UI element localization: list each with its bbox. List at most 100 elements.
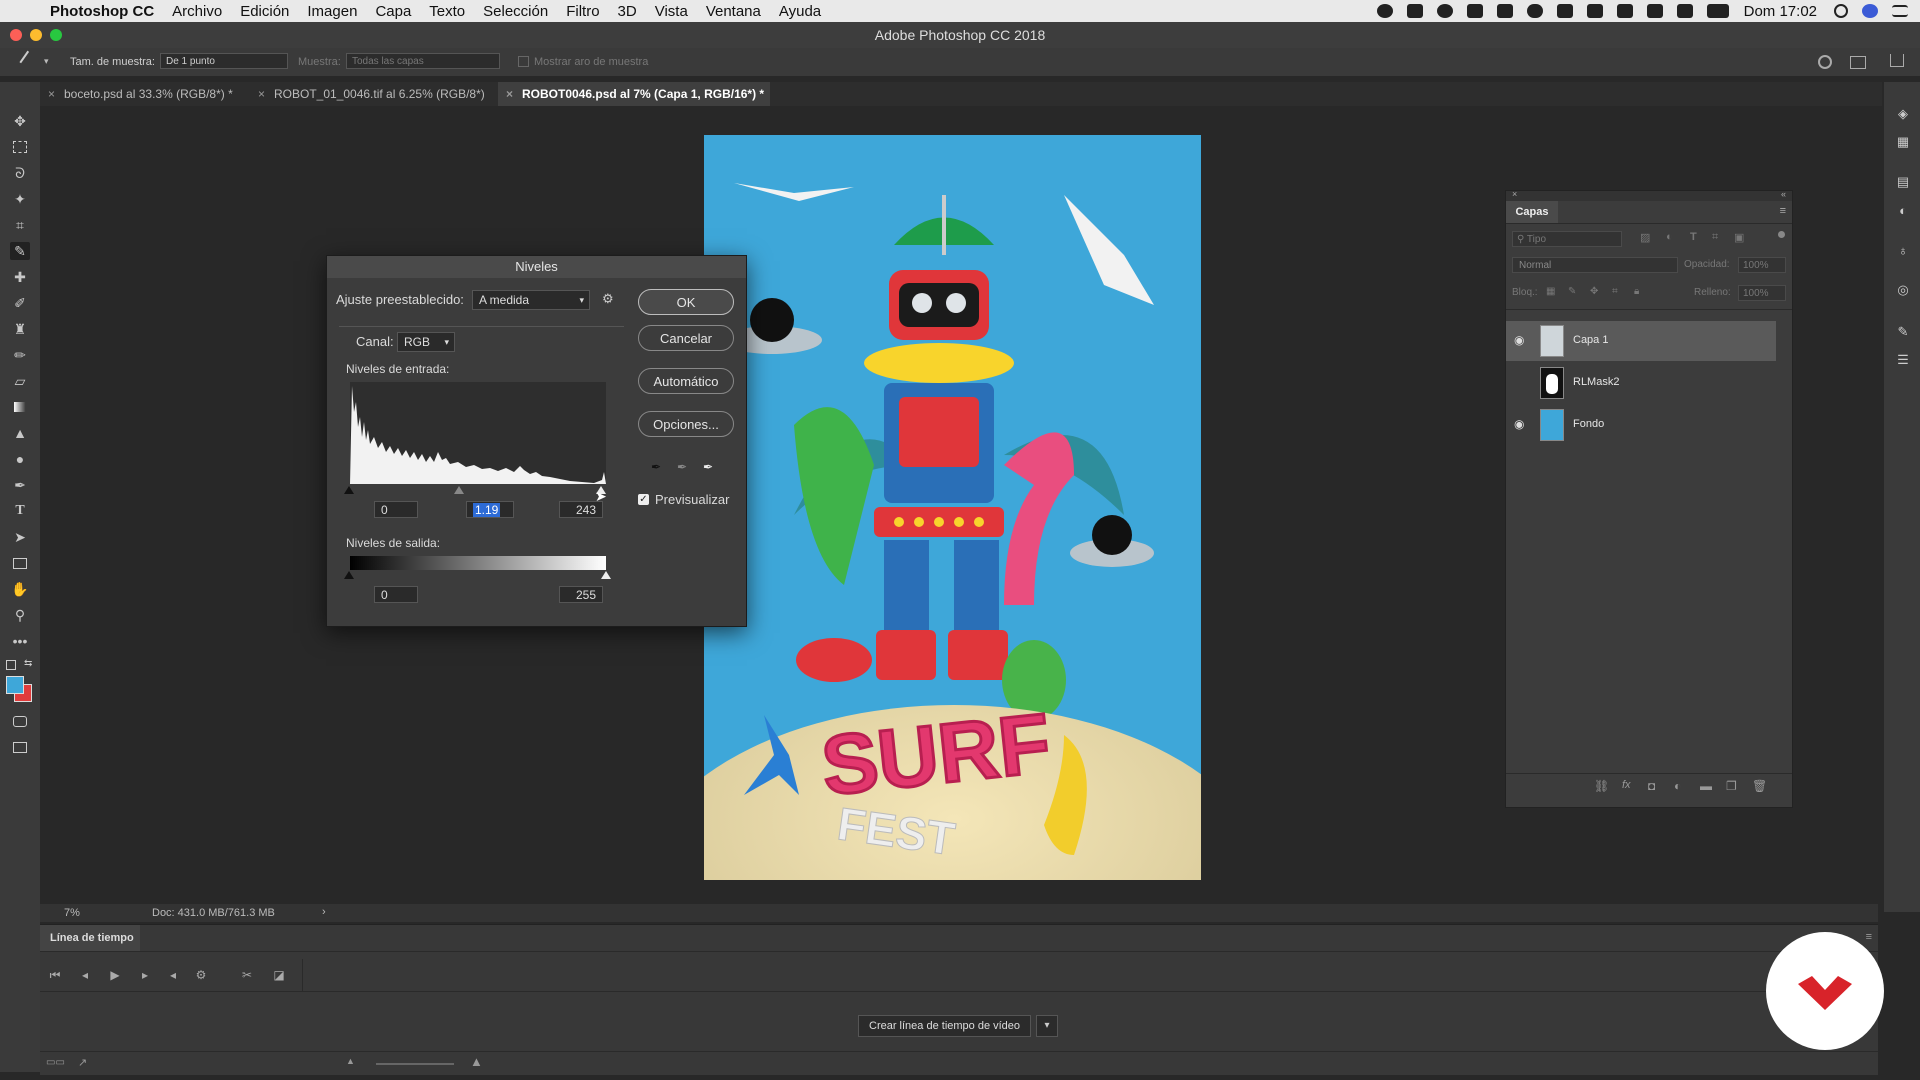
tab-robot0046[interactable]: × ROBOT0046.psd al 7% (Capa 1, RGB/16*) …: [498, 82, 770, 106]
blur-tool-icon[interactable]: ▲: [10, 424, 30, 442]
status-zoom[interactable]: 7%: [64, 907, 80, 919]
pen-tool-icon[interactable]: ✒: [10, 476, 30, 494]
new-adjustment-icon[interactable]: ◐: [1674, 779, 1681, 793]
menu-app-name[interactable]: Photoshop CC: [50, 3, 154, 20]
add-mask-icon[interactable]: ◘: [1648, 779, 1655, 793]
input-gamma-slider[interactable]: [454, 486, 464, 494]
creative-cloud-icon[interactable]: [1436, 4, 1453, 18]
bluetooth-icon[interactable]: [1586, 4, 1603, 18]
volume-icon[interactable]: [1676, 4, 1693, 18]
sample-select[interactable]: Todas las capas: [346, 53, 500, 69]
settings-gear-icon[interactable]: ⚙: [192, 967, 210, 983]
lock-transparent-icon[interactable]: ▦: [1546, 286, 1555, 297]
lock-artboard-icon[interactable]: ⌗: [1612, 286, 1618, 297]
options-button[interactable]: Opciones...: [638, 411, 734, 437]
path-selection-tool-icon[interactable]: ➤: [10, 528, 30, 546]
layer-row-rlmask2[interactable]: RLMask2: [1506, 363, 1776, 403]
filter-smart-object-icon[interactable]: ▣: [1734, 231, 1744, 244]
fill-field[interactable]: 100%: [1738, 285, 1786, 301]
input-black-slider[interactable]: [344, 486, 354, 494]
spotlight-search-icon[interactable]: [1834, 4, 1848, 18]
dropbox-icon[interactable]: [1466, 4, 1483, 18]
filter-toggle-icon[interactable]: [1778, 231, 1785, 238]
filter-pixel-icon[interactable]: ▨: [1640, 231, 1650, 244]
lasso-tool-icon[interactable]: ᘐ: [10, 164, 30, 182]
new-layer-icon[interactable]: ❐: [1726, 779, 1737, 793]
close-window-icon[interactable]: [10, 29, 22, 41]
eyedropper-preset-icon[interactable]: [19, 50, 41, 72]
opacity-field[interactable]: 100%: [1738, 257, 1786, 273]
healing-brush-tool-icon[interactable]: ✚: [10, 268, 30, 286]
tab-boceto[interactable]: × boceto.psd al 33.3% (RGB/8*) *: [40, 82, 250, 106]
eye-menu-icon[interactable]: [1556, 4, 1573, 18]
libraries-panel-icon[interactable]: ▤: [1894, 174, 1912, 190]
channels-panel-icon[interactable]: ◎: [1894, 282, 1912, 298]
move-tool-icon[interactable]: ✥: [10, 112, 30, 130]
link-layers-icon[interactable]: ⛓: [1594, 779, 1609, 793]
layer-row-capa-1[interactable]: ◉ Capa 1: [1506, 321, 1776, 361]
menu-imagen[interactable]: Imagen: [307, 3, 357, 20]
evernote-icon[interactable]: [1496, 4, 1513, 18]
channel-select[interactable]: RGB ▾: [397, 332, 455, 352]
input-gamma-field[interactable]: 1.19: [466, 501, 514, 518]
status-menu-arrow-icon[interactable]: ›: [322, 906, 326, 918]
cancel-button[interactable]: Cancelar: [638, 325, 734, 351]
audio-icon[interactable]: ◂: [164, 967, 182, 983]
preset-select[interactable]: A medida ▾: [472, 290, 590, 310]
sample-size-select[interactable]: De 1 punto: [160, 53, 288, 69]
magic-wand-tool-icon[interactable]: ✦: [10, 190, 30, 208]
show-ring-checkbox[interactable]: [518, 56, 529, 67]
layers-panel-tab[interactable]: Capas: [1506, 201, 1558, 223]
brush-tool-icon[interactable]: ✐: [10, 294, 30, 312]
frames-toggle-icon[interactable]: ▭▭: [46, 1057, 65, 1068]
menu-archivo[interactable]: Archivo: [172, 3, 222, 20]
preview-checkbox[interactable]: ✓: [638, 494, 649, 505]
properties-panel-icon[interactable]: ♁: [1894, 242, 1912, 258]
timeline-zoom-slider[interactable]: [376, 1063, 454, 1065]
zoom-out-icon[interactable]: ▲: [346, 1056, 355, 1066]
eraser-tool-icon[interactable]: ▱: [10, 372, 30, 390]
white-point-eyedropper-icon[interactable]: ✒: [703, 460, 715, 474]
output-white-slider[interactable]: [601, 571, 611, 579]
close-tab-icon[interactable]: ×: [48, 82, 55, 106]
cloud-icon[interactable]: [1526, 4, 1543, 18]
notification-center-icon[interactable]: [1892, 5, 1908, 17]
first-frame-icon[interactable]: ⏮: [46, 967, 64, 983]
menu-vista[interactable]: Vista: [655, 3, 688, 20]
type-tool-icon[interactable]: T: [10, 502, 30, 520]
color-panel-icon[interactable]: ◐: [1894, 202, 1912, 218]
eyedropper-tool-icon[interactable]: ✎: [10, 242, 30, 260]
render-export-icon[interactable]: ↗: [78, 1056, 87, 1069]
hand-tool-icon[interactable]: ✋: [10, 580, 30, 598]
lock-position-icon[interactable]: ✥: [1590, 286, 1598, 297]
menu-filtro[interactable]: Filtro: [566, 3, 599, 20]
visibility-eye-icon[interactable]: ◉: [1514, 333, 1528, 347]
lock-all-icon[interactable]: 🔒︎: [1634, 286, 1639, 297]
workspace-icon[interactable]: [1850, 56, 1866, 69]
chevron-down-icon[interactable]: ▾: [44, 56, 49, 67]
auto-button[interactable]: Automático: [638, 368, 734, 394]
3d-panel-icon[interactable]: ◈: [1894, 106, 1912, 122]
dodge-tool-icon[interactable]: ●: [10, 450, 30, 468]
visibility-off-box[interactable]: [1514, 375, 1528, 389]
ok-button[interactable]: OK: [638, 289, 734, 315]
filter-type-icon[interactable]: T: [1690, 231, 1697, 243]
marquee-tool-icon[interactable]: [10, 138, 30, 156]
search-icon[interactable]: [1818, 55, 1832, 69]
gradient-tool-icon[interactable]: [10, 398, 30, 416]
close-tab-icon[interactable]: ×: [506, 82, 513, 106]
layer-row-fondo[interactable]: ◉ Fondo: [1506, 405, 1776, 445]
menu-seleccion[interactable]: Selección: [483, 3, 548, 20]
transition-icon[interactable]: ◪: [270, 967, 288, 983]
zoom-in-icon[interactable]: ▲: [470, 1054, 483, 1069]
menu-capa[interactable]: Capa: [375, 3, 411, 20]
record-icon[interactable]: [1376, 4, 1393, 18]
input-white-field[interactable]: 243: [559, 501, 603, 518]
output-white-field[interactable]: 255: [559, 586, 603, 603]
menu-texto[interactable]: Texto: [429, 3, 465, 20]
collapse-panel-icon[interactable]: «: [1781, 189, 1786, 199]
delete-layer-trash-icon[interactable]: 🗑︎: [1752, 779, 1767, 793]
airplay-icon[interactable]: [1646, 4, 1663, 18]
split-scissors-icon[interactable]: ✂: [238, 967, 256, 983]
output-black-slider[interactable]: [344, 571, 354, 579]
